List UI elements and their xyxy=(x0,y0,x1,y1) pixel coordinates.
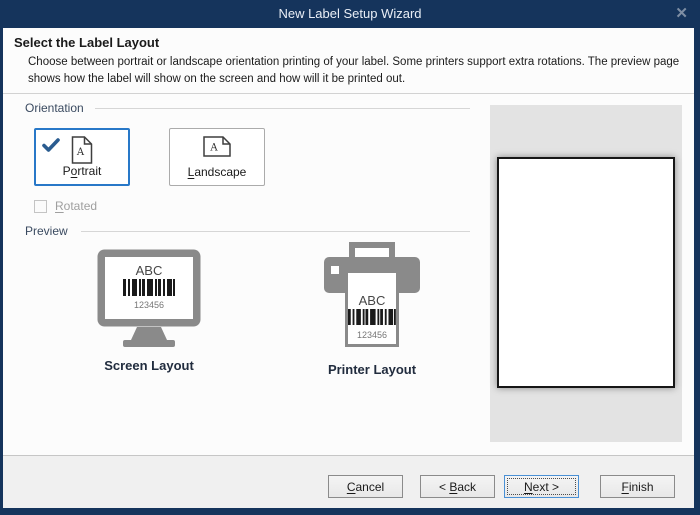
screen-layout-caption: Screen Layout xyxy=(63,358,235,373)
printer-layout-caption: Printer Layout xyxy=(287,362,457,377)
landscape-option-button[interactable]: A Landscape xyxy=(169,128,265,186)
portrait-page-icon: A xyxy=(72,136,93,164)
portrait-option-button[interactable]: A Portrait xyxy=(34,128,130,186)
wizard-header: Select the Label Layout Choose between p… xyxy=(3,28,694,94)
page-title: Select the Label Layout xyxy=(14,35,159,50)
titlebar: New Label Setup Wizard ✕ xyxy=(0,0,700,28)
next-button[interactable]: Next > xyxy=(504,475,579,498)
new-label-setup-wizard-dialog: New Label Setup Wizard ✕ Select the Labe… xyxy=(0,0,700,515)
orientation-group-line xyxy=(95,108,470,109)
svg-text:A: A xyxy=(209,143,218,154)
preview-group-label: Preview xyxy=(25,224,68,238)
rotated-checkbox[interactable]: Rotated xyxy=(34,199,97,213)
checkbox-box[interactable] xyxy=(34,200,47,213)
svg-text:123456: 123456 xyxy=(357,330,387,340)
monitor-icon: ABC 123456 xyxy=(96,248,202,348)
cancel-button[interactable]: Cancel xyxy=(328,475,403,498)
finish-button[interactable]: Finish xyxy=(600,475,675,498)
button-bar: Cancel < Back Next > Finish xyxy=(3,455,694,508)
preview-group-line xyxy=(81,231,470,232)
printer-layout-preview: ABC 123456 Printer Layout xyxy=(287,242,457,377)
back-button[interactable]: < Back xyxy=(420,475,495,498)
landscape-label: Landscape xyxy=(170,165,264,179)
svg-text:ABC: ABC xyxy=(136,263,163,278)
orientation-group-label: Orientation xyxy=(25,101,84,115)
window-title: New Label Setup Wizard xyxy=(0,0,700,28)
dialog-body: Select the Label Layout Choose between p… xyxy=(3,28,694,508)
rotated-label: Rotated xyxy=(55,199,97,213)
svg-text:123456: 123456 xyxy=(134,300,164,310)
page-preview-pane xyxy=(490,105,682,442)
svg-text:ABC: ABC xyxy=(359,293,386,308)
printer-icon: ABC 123456 xyxy=(324,242,420,352)
landscape-page-icon: A xyxy=(203,136,231,157)
screen-layout-preview: ABC 123456 Screen Layout xyxy=(63,248,235,373)
checkmark-icon xyxy=(42,138,60,153)
close-icon[interactable]: ✕ xyxy=(675,0,688,28)
portrait-label: Portrait xyxy=(36,164,128,178)
svg-text:A: A xyxy=(76,147,85,158)
page-description: Choose between portrait or landscape ori… xyxy=(28,54,684,88)
label-page-preview xyxy=(497,157,675,388)
